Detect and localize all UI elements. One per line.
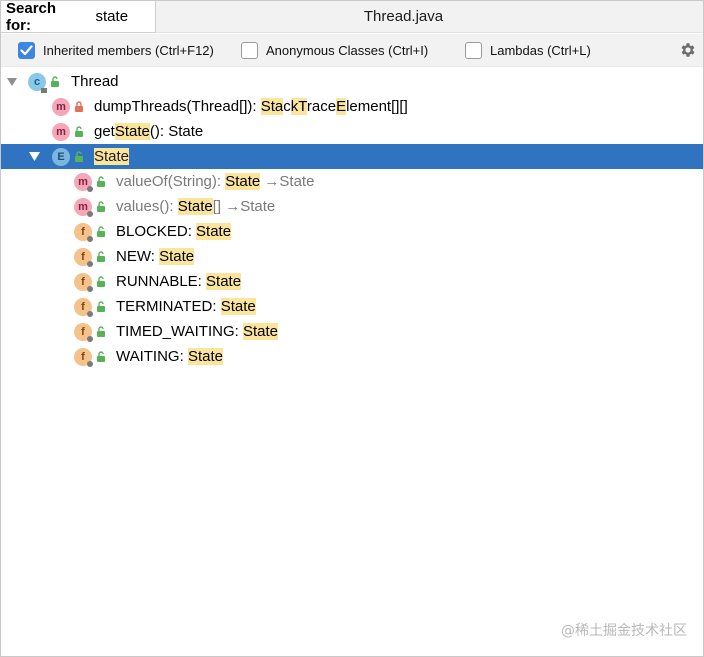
tree-row-state-enum[interactable]: E State: [1, 144, 703, 169]
field-icon: f: [74, 347, 93, 367]
gear-icon[interactable]: [679, 41, 697, 59]
tree-row-timed-waiting[interactable]: f TIMED_WAITING: State: [1, 319, 703, 344]
public-visibility-icon: [75, 151, 83, 162]
static-badge-icon: [87, 210, 93, 217]
popup-header: Search for: state Thread.java: [1, 0, 703, 34]
static-badge-icon: [87, 185, 93, 192]
search-input[interactable]: state: [96, 8, 155, 25]
dumpthreads-label: dumpThreads(Thread[]): StackTraceElement…: [94, 98, 408, 115]
options-bar: Inherited members (Ctrl+F12) Anonymous C…: [1, 34, 703, 67]
field-icon: f: [74, 222, 93, 242]
watermark: @稀土掘金技术社区: [561, 623, 687, 639]
valueof-label: valueOf(String): State →State: [116, 173, 315, 190]
final-badge-icon: [87, 310, 93, 317]
public-visibility-icon: [97, 251, 105, 262]
anonymous-classes-label: Anonymous Classes (Ctrl+I): [266, 42, 429, 58]
public-visibility-icon: [97, 301, 105, 312]
final-badge-icon: [87, 260, 93, 267]
inherited-members-checkbox[interactable]: [18, 41, 35, 59]
tree-row-thread[interactable]: c Thread: [1, 69, 703, 94]
private-lock-icon: [75, 101, 83, 112]
tree-row-blocked[interactable]: f BLOCKED: State: [1, 219, 703, 244]
checkmark-icon: [20, 44, 33, 55]
public-visibility-icon: [97, 176, 105, 187]
tree-row-values[interactable]: m values(): State[] →State: [1, 194, 703, 219]
anonymous-classes-checkbox[interactable]: [241, 41, 258, 59]
values-label: values(): State[] →State: [116, 198, 276, 215]
runnable-label: RUNNABLE: State: [116, 273, 242, 290]
collapse-arrow-icon[interactable]: [6, 76, 18, 88]
tree-row-waiting[interactable]: f WAITING: State: [1, 344, 703, 369]
public-visibility-icon: [97, 351, 105, 362]
new-label: NEW: State: [116, 248, 195, 265]
lambdas-checkbox[interactable]: [465, 41, 482, 59]
getstate-label: getState(): State: [94, 123, 204, 140]
field-icon: f: [74, 297, 93, 317]
timed-waiting-label: TIMED_WAITING: State: [116, 323, 278, 340]
public-visibility-icon: [75, 126, 83, 137]
enum-icon: E: [52, 147, 70, 166]
public-visibility-icon: [97, 276, 105, 287]
method-icon: m: [52, 122, 70, 141]
terminated-label: TERMINATED: State: [116, 298, 256, 315]
lock-badge-icon: [41, 87, 47, 93]
final-badge-icon: [87, 235, 93, 242]
field-icon: f: [74, 272, 93, 292]
tree-row-valueof[interactable]: m valueOf(String): State →State: [1, 169, 703, 194]
waiting-label: WAITING: State: [116, 348, 223, 365]
inherited-members-option[interactable]: Inherited members (Ctrl+F12): [18, 41, 214, 59]
search-label: Search for:: [6, 0, 57, 34]
field-icon: f: [74, 247, 93, 267]
structure-popup: Search for: state Thread.java Inherited …: [0, 0, 704, 657]
public-visibility-icon: [97, 201, 105, 212]
search-field[interactable]: Search for: state: [1, 0, 156, 34]
collapse-arrow-icon[interactable]: [28, 151, 40, 163]
tree-row-terminated[interactable]: f TERMINATED: State: [1, 294, 703, 319]
final-badge-icon: [87, 285, 93, 292]
public-visibility-icon: [97, 226, 105, 237]
state-enum-label: State: [94, 148, 130, 165]
lambdas-label: Lambdas (Ctrl+L): [490, 42, 591, 58]
final-badge-icon: [87, 335, 93, 342]
file-title: Thread.java: [363, 8, 444, 25]
public-visibility-icon: [97, 326, 105, 337]
tree-row-getstate[interactable]: m getState(): State: [1, 119, 703, 144]
public-visibility-icon: [51, 76, 59, 87]
tree-row-dumpthreads[interactable]: m dumpThreads(Thread[]): StackTraceEleme…: [1, 94, 703, 119]
method-icon: m: [74, 172, 93, 192]
field-icon: f: [74, 322, 93, 342]
final-badge-icon: [87, 360, 93, 367]
lambdas-option[interactable]: Lambdas (Ctrl+L): [465, 41, 591, 59]
class-icon: c: [28, 72, 47, 93]
inherited-members-label: Inherited members (Ctrl+F12): [43, 42, 214, 58]
method-icon: m: [52, 97, 70, 116]
method-icon: m: [74, 197, 93, 217]
tree-row-new[interactable]: f NEW: State: [1, 244, 703, 269]
anonymous-classes-option[interactable]: Anonymous Classes (Ctrl+I): [241, 41, 428, 59]
tree-row-runnable[interactable]: f RUNNABLE: State: [1, 269, 703, 294]
blocked-label: BLOCKED: State: [116, 223, 232, 240]
tree-root-label: Thread: [71, 73, 119, 90]
